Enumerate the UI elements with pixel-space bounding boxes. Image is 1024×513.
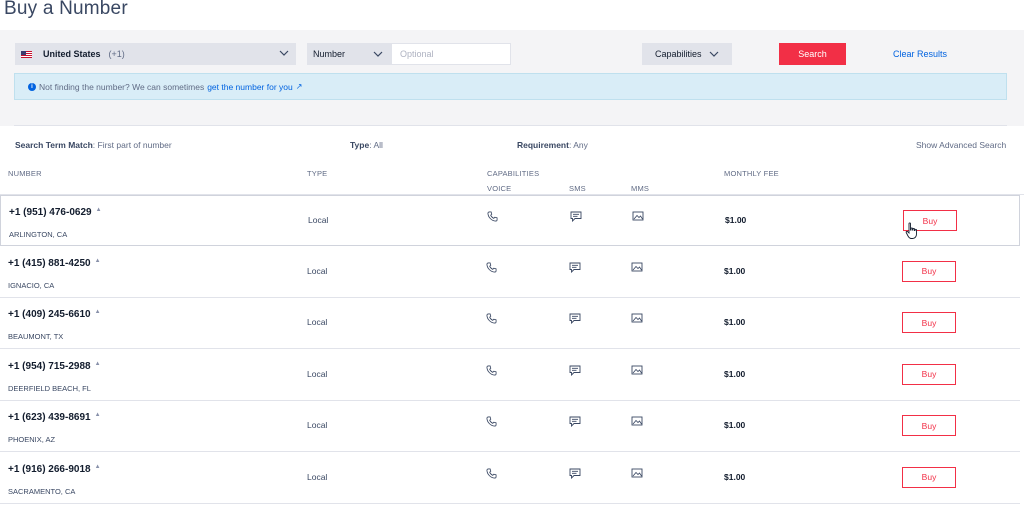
- table-row: +1 (415) 881-4250 ▲ IGNACIO, CA Local $1.00 B…: [0, 247, 1020, 298]
- number-type: Local: [307, 420, 328, 430]
- country-name: United States: [43, 49, 101, 59]
- buy-button[interactable]: Buy: [902, 466, 956, 488]
- phone-number: +1 (954) 715-2988 ▲: [8, 360, 101, 372]
- number-location: ARLINGTON, CA: [9, 230, 68, 239]
- capabilities-label: Capabilities: [655, 49, 702, 59]
- phone-number: +1 (951) 476-0629 ▲: [9, 207, 102, 218]
- number-location: IGNACIO, CA: [8, 280, 55, 290]
- number-type: Local: [307, 317, 328, 327]
- page-title: Buy a Number: [4, 0, 128, 19]
- buy-button[interactable]: Buy: [902, 312, 956, 333]
- image-icon: [631, 365, 643, 375]
- table-row: +1 (409) 245-6610 ▲ BEAUMONT, TX Local $1.00…: [0, 298, 1020, 349]
- number-type: Local: [307, 368, 328, 379]
- image-icon: [631, 468, 643, 478]
- notice-text: Not finding the number? We can sometimes: [39, 81, 205, 92]
- hand-cursor-icon: [905, 222, 917, 239]
- header-monthly-fee: MONTHLY FEE: [724, 169, 779, 178]
- phone-icon: [486, 262, 497, 273]
- monthly-fee: $1.00: [724, 265, 746, 276]
- number-location: DEERFIELD BEACH, FL: [8, 383, 91, 393]
- header-type: TYPE: [307, 169, 328, 178]
- phone-number: +1 (916) 266-9018 ▲: [8, 463, 101, 475]
- triangle-indicator-icon: ▲: [94, 309, 101, 315]
- monthly-fee: $1.00: [724, 420, 746, 430]
- search-button[interactable]: Search: [779, 43, 846, 65]
- message-icon: [569, 262, 581, 273]
- chevron-down-icon: [709, 51, 719, 57]
- buy-button[interactable]: Buy: [902, 363, 956, 385]
- type-select-label: Number: [313, 49, 346, 59]
- table-row: +1 (623) 439-8691 ▲ PHOENIX, AZ Local $1.00 B…: [0, 401, 1020, 452]
- search-term-match: Search Term Match: First part of number: [15, 140, 172, 150]
- header-voice: VOICE: [487, 184, 512, 193]
- buy-button[interactable]: Buy: [902, 260, 956, 282]
- image-icon: [631, 313, 643, 323]
- requirement-criteria: Requirement: Any: [517, 140, 588, 150]
- message-icon: [570, 211, 582, 222]
- phone-icon: [486, 365, 497, 376]
- message-icon: [569, 365, 581, 376]
- phone-number: +1 (415) 881-4250 ▲: [8, 257, 101, 269]
- country-code: (+1): [108, 49, 125, 59]
- header-number: NUMBER: [8, 169, 42, 178]
- header-mms: MMS: [631, 184, 650, 193]
- phone-icon: [486, 468, 497, 479]
- number-type: Local: [307, 471, 328, 482]
- divider: [14, 125, 1007, 126]
- header-sms: SMS: [569, 184, 586, 193]
- info-icon: i: [28, 82, 36, 91]
- phone-icon: [486, 416, 497, 427]
- us-flag-icon: [21, 50, 32, 58]
- image-icon: [631, 262, 643, 272]
- header-capabilities: CAPABILITIES: [487, 169, 540, 178]
- phone-icon: [486, 313, 497, 324]
- notice-banner: i Not finding the number? We can sometim…: [14, 73, 1007, 100]
- message-icon: [569, 468, 581, 479]
- buy-button[interactable]: Buy: [902, 415, 956, 436]
- external-arrow-icon: ↗: [295, 82, 303, 91]
- chevron-down-icon: [279, 50, 289, 56]
- image-icon: [631, 416, 643, 426]
- number-location: BEAUMONT, TX: [8, 332, 64, 341]
- triangle-indicator-icon: ▲: [94, 360, 101, 367]
- monthly-fee: $1.00: [725, 215, 747, 225]
- get-number-link[interactable]: get the number for you: [207, 82, 293, 92]
- phone-icon: [487, 211, 498, 222]
- number-type: Local: [307, 265, 328, 276]
- number-search-input[interactable]: [391, 43, 511, 65]
- triangle-indicator-icon: ▲: [94, 412, 101, 418]
- chevron-down-icon: [373, 51, 383, 57]
- country-select[interactable]: United States (+1): [15, 43, 296, 65]
- number-location: SACRAMENTO, CA: [8, 486, 76, 496]
- monthly-fee: $1.00: [724, 471, 746, 482]
- monthly-fee: $1.00: [724, 368, 746, 379]
- phone-number: +1 (623) 439-8691 ▲: [8, 412, 101, 423]
- table-row: +1 (916) 266-9018 ▲ SACRAMENTO, CA Local $1.…: [0, 453, 1020, 504]
- table-row: +1 (951) 476-0629 ▲ ARLINGTON, CA Local $1.0…: [0, 195, 1020, 246]
- capabilities-select[interactable]: Capabilities: [642, 43, 732, 65]
- triangle-indicator-icon: ▲: [94, 257, 101, 264]
- type-select[interactable]: Number: [307, 43, 391, 65]
- triangle-indicator-icon: ▲: [95, 207, 102, 213]
- message-icon: [569, 313, 581, 324]
- table-row: +1 (954) 715-2988 ▲ DEERFIELD BEACH, FL Loc…: [0, 350, 1020, 401]
- number-location: PHOENIX, AZ: [8, 435, 56, 444]
- show-advanced-search-link[interactable]: Show Advanced Search: [916, 140, 1006, 150]
- clear-results-link[interactable]: Clear Results: [893, 49, 947, 59]
- image-icon: [632, 211, 644, 221]
- phone-number: +1 (409) 245-6610 ▲: [8, 309, 101, 320]
- type-criteria: Type: All: [350, 140, 383, 150]
- number-type: Local: [308, 215, 329, 225]
- triangle-indicator-icon: ▲: [94, 463, 101, 470]
- message-icon: [569, 416, 581, 427]
- monthly-fee: $1.00: [724, 317, 746, 327]
